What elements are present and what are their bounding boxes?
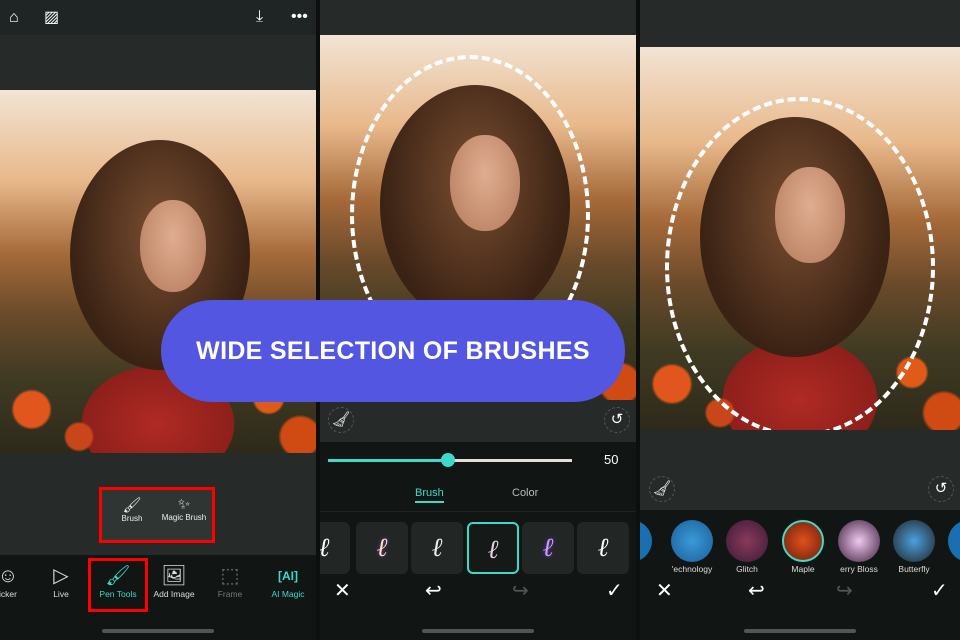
size-slider[interactable] [328, 453, 572, 467]
slider-handle[interactable] [441, 453, 455, 467]
confirm-icon[interactable]: ✓ [606, 578, 623, 603]
effect-glitch[interactable] [726, 520, 768, 562]
brush-icon: 🖌︎ [122, 497, 142, 514]
tab-color[interactable]: Color [512, 487, 538, 499]
brush-swatch[interactable]: ℓ [356, 522, 408, 574]
pen-tools-popup: 🖌︎ Brush ✨︎ Magic Brush [99, 487, 215, 543]
add-image-icon: 🖼︎ [161, 565, 187, 587]
tool-ai-magic[interactable]: [AI] AI Magic [260, 563, 316, 599]
close-icon[interactable]: ✕ [334, 578, 351, 603]
home-icon[interactable]: ⌂ [9, 10, 19, 26]
tool-add-image[interactable]: 🖼︎ Add Image [146, 563, 202, 599]
download-icon[interactable]: ⤓ [256, 9, 263, 25]
slider-value: 50 [604, 452, 619, 467]
sticker-icon: ☺ [0, 565, 19, 587]
effect-cherry-blossom[interactable] [838, 520, 880, 562]
promo-banner: WIDE SELECTION OF BRUSHES [161, 300, 625, 402]
brush-option[interactable]: 🖌︎ Brush [110, 496, 154, 523]
frame-icon: ⬚ [220, 565, 240, 587]
reset-icon[interactable]: ↺ [604, 407, 630, 433]
brush-swatch[interactable]: ℓ [320, 522, 350, 574]
magic-wand-icon: ✨︎ [177, 496, 191, 513]
eraser-icon[interactable]: 🧹︎ [328, 407, 354, 433]
confirm-icon[interactable]: ✓ [931, 578, 948, 603]
editor-panel-effects: 🧹︎ ↺ 'echnology Glitch Maple erry Bloss … [640, 0, 960, 640]
photo-canvas[interactable] [640, 47, 960, 430]
tool-frame[interactable]: ⬚ Frame [202, 563, 258, 599]
redo-icon[interactable]: ↪ [512, 578, 529, 603]
tool-sticker[interactable]: ☺ icker [0, 563, 36, 599]
top-bar: ⌂ ▨ ⤓ ••• [0, 0, 316, 35]
maple-brush-stroke [665, 97, 935, 430]
home-indicator [102, 629, 214, 633]
live-icon: ▷ [53, 565, 69, 587]
redo-icon[interactable]: ↪ [836, 578, 853, 603]
magic-brush-option[interactable]: ✨︎ Magic Brush [156, 496, 212, 522]
brush-swatch[interactable]: ℓ [522, 522, 574, 574]
reset-icon[interactable]: ↺ [928, 476, 954, 502]
brush-swatch[interactable]: ℓ [411, 522, 463, 574]
gallery-icon[interactable]: ▨ [44, 10, 59, 26]
undo-icon[interactable]: ↩ [748, 578, 765, 603]
tool-pen-tools[interactable]: 🖌︎ Pen Tools [88, 558, 148, 612]
eraser-icon[interactable]: 🧹︎ [649, 476, 675, 502]
tab-brush[interactable]: Brush [415, 487, 444, 503]
more-icon[interactable]: ••• [291, 9, 308, 25]
close-icon[interactable]: ✕ [656, 578, 673, 603]
effect-label: Butterfly [898, 564, 930, 574]
brush-swatch[interactable]: ℓ [577, 522, 629, 574]
home-indicator [744, 629, 856, 633]
home-indicator [422, 629, 534, 633]
tool-live[interactable]: ▷ Live [33, 563, 89, 599]
undo-icon[interactable]: ↩ [425, 578, 442, 603]
effect-maple[interactable] [782, 520, 824, 562]
brush-swatch-selected[interactable]: ℓ [467, 522, 519, 574]
effect-butterfly[interactable] [893, 520, 935, 562]
pen-tools-icon: 🖌︎ [105, 565, 131, 587]
effect-technology[interactable] [671, 520, 713, 562]
ai-magic-icon: [AI] [278, 569, 298, 583]
bottom-toolbar: ☺ icker ▷ Live 🖌︎ Pen Tools 🖼︎ Add Image ⬚ Fr… [0, 555, 316, 640]
